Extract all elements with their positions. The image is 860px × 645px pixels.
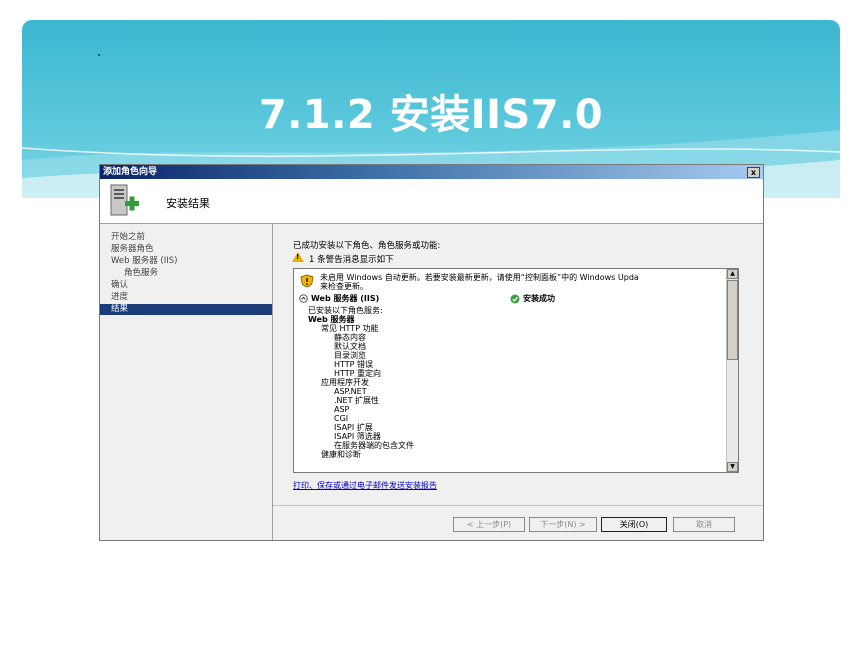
warning-icon: ! <box>292 252 304 262</box>
collapse-chevron-icon[interactable] <box>299 294 308 303</box>
shield-warning-icon <box>300 274 314 288</box>
install-status: 安装成功 <box>523 294 555 303</box>
role-service-item: 健康和诊断 <box>321 450 361 459</box>
role-service-item: 目录浏览 <box>334 351 366 360</box>
role-service-item: 在服务器端的包含文件 <box>334 441 414 450</box>
role-service-item: CGI <box>334 414 349 423</box>
add-roles-wizard-dialog: 添加角色向导 x 安装结果 开始之前 服务器角色 Web 服务器 (IIS) 角… <box>99 164 764 541</box>
nav-item-role-services[interactable]: 角色服务 <box>124 268 158 279</box>
cancel-button[interactable]: 取消 <box>673 517 735 532</box>
decoration-dot <box>98 54 100 56</box>
close-button[interactable]: 关闭(O) <box>601 517 667 532</box>
scroll-thumb[interactable] <box>727 280 738 360</box>
scroll-up-icon[interactable]: ▲ <box>727 269 738 279</box>
role-service-item: ISAPI 筛选器 <box>334 432 381 441</box>
scroll-down-icon[interactable]: ▼ <box>727 462 738 472</box>
role-service-item: ISAPI 扩展 <box>334 423 373 432</box>
install-results-box[interactable]: 未启用 Windows 自动更新。若要安装最新更新，请使用“控制面板”中的 Wi… <box>293 268 739 473</box>
nav-item-server-roles[interactable]: 服务器角色 <box>111 244 154 255</box>
wizard-header: 安装结果 <box>100 179 763 224</box>
nav-item-before-you-begin[interactable]: 开始之前 <box>111 232 145 243</box>
role-service-item: ASP.NET <box>334 387 367 396</box>
window-title: 添加角色向导 <box>103 167 158 177</box>
header-title: 安装结果 <box>166 197 210 210</box>
results-scrollbar[interactable]: ▲ ▼ <box>726 269 738 472</box>
server-install-icon <box>110 184 139 216</box>
installed-header: 已安装以下角色服务: <box>308 306 383 315</box>
warning-count-text: 1 条警告消息显示如下 <box>309 255 394 265</box>
next-button[interactable]: 下一步(N) > <box>529 517 597 532</box>
role-service-item: 默认文档 <box>334 342 366 351</box>
nav-item-results[interactable]: 结果 <box>100 304 272 315</box>
success-check-icon <box>510 294 520 304</box>
nav-item-web-server-iis[interactable]: Web 服务器 (IIS) <box>111 256 177 267</box>
warning-message-line1: 未启用 Windows 自动更新。若要安装最新更新，请使用“控制面板”中的 Wi… <box>320 273 639 282</box>
wizard-nav: 开始之前 服务器角色 Web 服务器 (IIS) 角色服务 确认 进度 结果 <box>100 224 273 540</box>
section-web-server: Web 服务器 <box>308 315 355 324</box>
nav-item-confirmation[interactable]: 确认 <box>111 280 128 291</box>
slide-title: 7.1.2 安装IIS7.0 <box>258 92 604 138</box>
role-service-item: HTTP 错误 <box>334 360 374 369</box>
role-service-item: 静态内容 <box>334 333 366 342</box>
close-window-button[interactable]: x <box>747 167 760 178</box>
role-name: Web 服务器 (IIS) <box>311 294 380 303</box>
summary-text: 已成功安装以下角色、角色服务或功能: <box>293 241 441 251</box>
nav-item-progress[interactable]: 进度 <box>111 292 128 303</box>
role-service-item: 常见 HTTP 功能 <box>321 324 379 333</box>
role-service-item: .NET 扩展性 <box>334 396 380 405</box>
role-service-item: 应用程序开发 <box>321 378 369 387</box>
warning-message-line2: 来检查更新。 <box>320 282 368 291</box>
print-save-email-report-link[interactable]: 打印、保存或通过电子邮件发送安装报告 <box>293 480 437 491</box>
window-titlebar[interactable]: 添加角色向导 x <box>100 165 763 179</box>
role-service-item: ASP <box>334 405 350 414</box>
footer-divider <box>273 505 763 506</box>
role-service-item: HTTP 重定向 <box>334 369 382 378</box>
prev-button[interactable]: < 上一步(P) <box>453 517 525 532</box>
